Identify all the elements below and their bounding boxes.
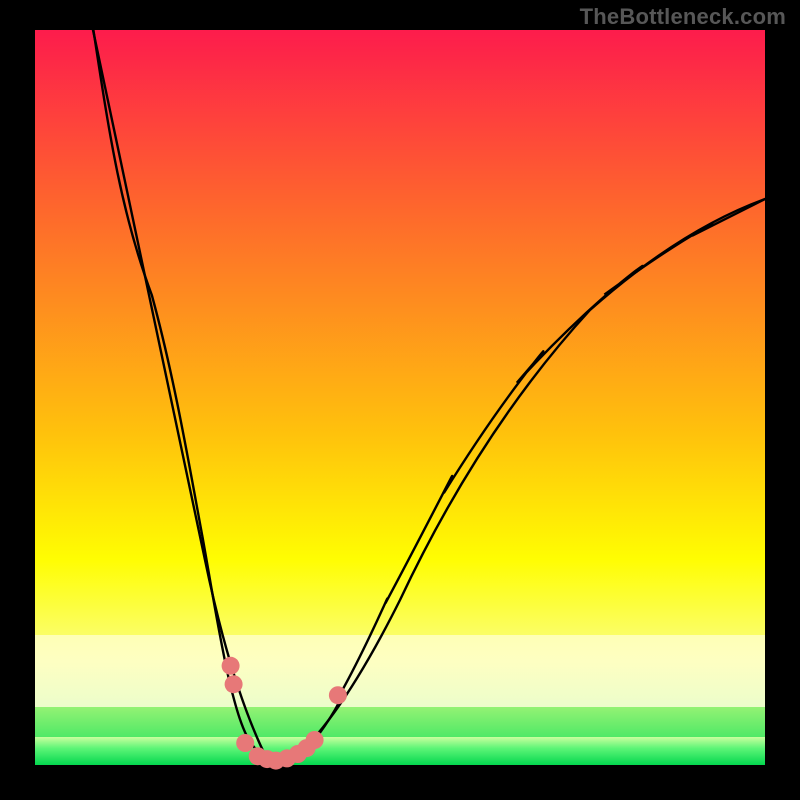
dot xyxy=(329,686,347,704)
dot xyxy=(222,657,240,675)
dot xyxy=(306,731,324,749)
pale-band xyxy=(35,635,765,707)
chart-svg xyxy=(0,0,800,800)
dot xyxy=(236,734,254,752)
green-band xyxy=(35,737,765,765)
dot xyxy=(225,675,243,693)
chart-stage: TheBottleneck.com xyxy=(0,0,800,800)
watermark-label: TheBottleneck.com xyxy=(580,4,786,30)
plot-area xyxy=(35,30,765,765)
